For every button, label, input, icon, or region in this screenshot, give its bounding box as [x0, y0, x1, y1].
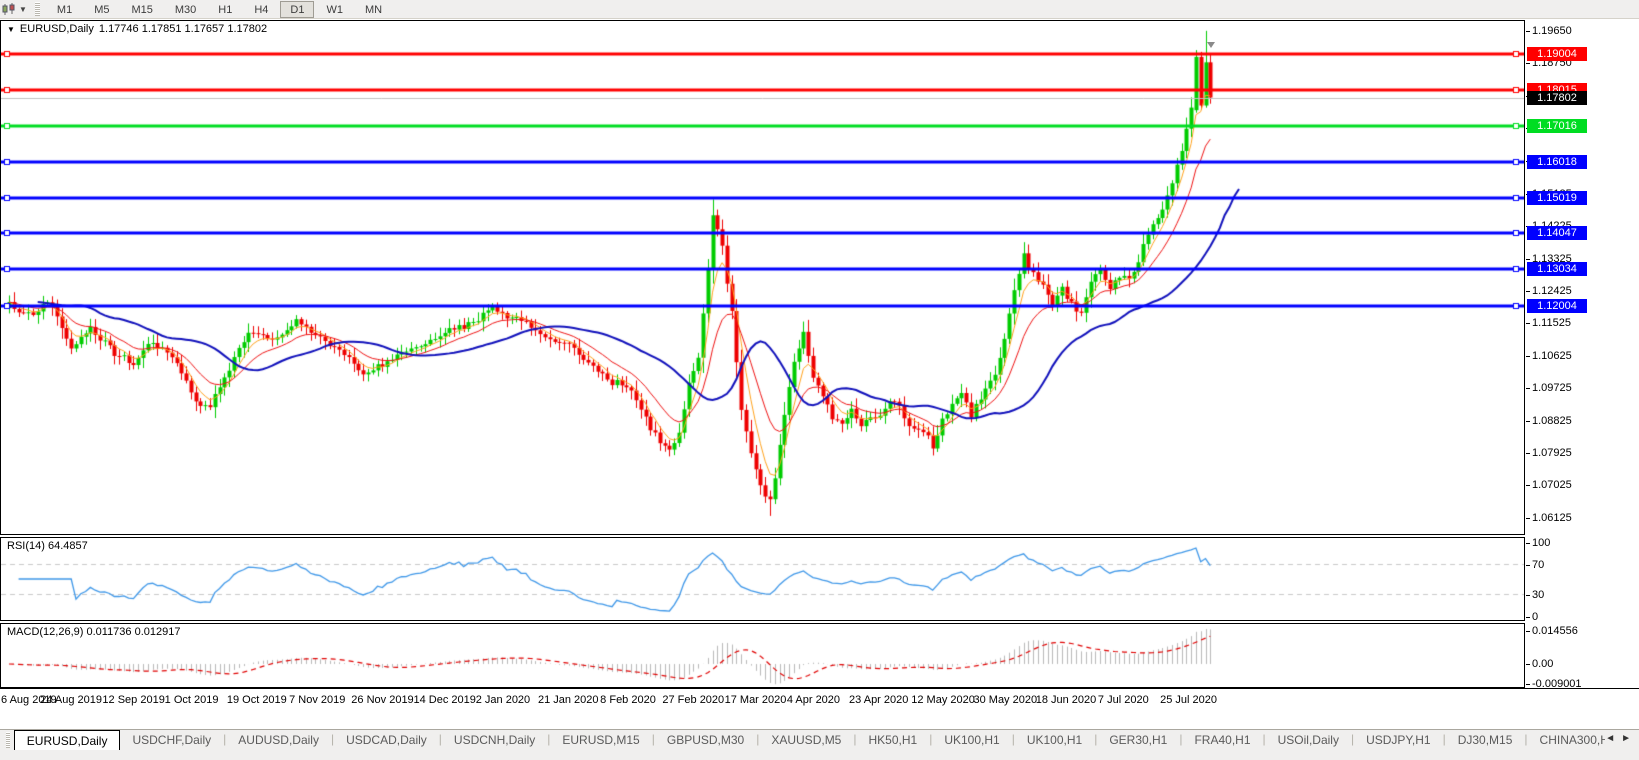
tab-scroll-right-icon[interactable]: ► [1621, 733, 1631, 744]
chart-tab-usdcnh-daily[interactable]: USDCNH,Daily [442, 730, 547, 750]
tab-scroll-buttons: ◄ ► [1605, 730, 1639, 744]
chart-title: ▼ EURUSD,Daily 1.17746 1.17851 1.17657 1… [7, 23, 267, 35]
price-tick-label: 1.12425 [1526, 285, 1572, 298]
macd-axis: 0.014556 0.00 -0.009001 [1525, 623, 1639, 690]
price-tick-label: 1.07925 [1526, 447, 1572, 460]
level-price-tag: 1.17016 [1527, 118, 1587, 133]
tabs-holder: EURUSD,Daily USDCHF,Daily | AUDUSD,Daily | US… [13, 730, 1606, 750]
chart-objects-button[interactable]: ▼ [0, 0, 31, 18]
timeframe-button-d1[interactable]: D1 [280, 0, 315, 18]
price-tick-label: 1.07025 [1526, 479, 1572, 492]
chart-tab-hk50-h1[interactable]: HK50,H1 [856, 730, 929, 750]
price-chart-pane: ▼ EURUSD,Daily 1.17746 1.17851 1.17657 1… [0, 20, 1525, 535]
price-axis: 1.196501.187501.178501.169501.160501.151… [1525, 20, 1639, 535]
date-tick-label: 25 Jul 2020 [1160, 694, 1218, 706]
date-tick-label: 19 Oct 2019 [226, 694, 287, 706]
level-price-tag: 1.16018 [1527, 154, 1587, 169]
date-tick-label: 14 Dec 2019 [413, 694, 476, 706]
chart-tab-dj30-m15[interactable]: DJ30,M15 [1446, 730, 1525, 750]
macd-label: MACD(12,26,9) 0.011736 0.012917 [7, 626, 181, 638]
date-tick-label: 2 Jan 2020 [475, 694, 531, 706]
tab-scroll-left-icon[interactable]: ◄ [1605, 733, 1615, 744]
timeframe-button-h4[interactable]: H4 [244, 1, 278, 18]
rsi-canvas[interactable] [1, 538, 1524, 620]
chart-tab-eurusd-daily[interactable]: EURUSD,Daily [13, 730, 121, 750]
chart-tab-eurusd-m15[interactable]: EURUSD,M15 [550, 730, 651, 750]
rsi-indicator-pane: RSI(14) 64.4857 [0, 537, 1525, 621]
timeframe-button-m1[interactable]: M1 [47, 1, 82, 18]
chart-symbol-period: EURUSD,Daily [19, 23, 94, 35]
rsi-label: RSI(14) 64.4857 [7, 540, 88, 552]
date-axis: 6 Aug 2019 24 Aug 2019 12 Sep 2019 1 Oct 20… [0, 688, 1639, 712]
rsi-tick-label: 100 [1525, 537, 1551, 549]
rsi-axis: 100 70 30 0 [1525, 537, 1639, 623]
price-chart-canvas[interactable] [1, 21, 1524, 534]
current-price-tag: 1.17802 [1527, 90, 1587, 105]
candlestick-chart-icon [2, 2, 15, 15]
date-tick-label: 23 Apr 2020 [849, 694, 909, 706]
date-tick-label: 18 Jun 2020 [1035, 694, 1097, 706]
price-tick-label: 1.11525 [1526, 317, 1571, 330]
price-tick-label: 1.08825 [1526, 414, 1572, 427]
date-tick-label: 7 Jul 2020 [1097, 694, 1149, 706]
timeframe-button-m15[interactable]: M15 [121, 1, 162, 18]
price-tick-label: 1.06125 [1526, 511, 1572, 524]
timeframe-button-w1[interactable]: W1 [316, 1, 353, 18]
chart-tab-usoil-daily[interactable]: USOil,Daily [1266, 730, 1351, 750]
level-price-tag: 1.19004 [1527, 47, 1587, 62]
date-tick-label: 27 Feb 2020 [662, 694, 725, 706]
price-tick-label: 1.19650 [1526, 25, 1572, 37]
date-tick-label: 21 Jan 2020 [537, 694, 599, 706]
level-price-tag: 1.13034 [1527, 262, 1587, 277]
chart-tab-uk100-h1[interactable]: UK100,H1 [1015, 730, 1094, 750]
date-tick-label: 30 May 2020 [973, 694, 1038, 706]
timeframe-button-m5[interactable]: M5 [84, 1, 119, 18]
dropdown-caret-icon: ▼ [19, 4, 27, 14]
macd-indicator-pane: MACD(12,26,9) 0.011736 0.012917 [0, 623, 1525, 688]
macd-tick-label: 0.00 [1525, 658, 1554, 670]
level-price-tag: 1.15019 [1527, 190, 1587, 205]
chart-tab-ger30-h1[interactable]: GER30,H1 [1097, 730, 1179, 750]
macd-canvas[interactable] [1, 624, 1524, 687]
date-tick-label: 12 Sep 2019 [102, 694, 165, 706]
chart-tab-fra40-h1[interactable]: FRA40,H1 [1182, 730, 1262, 750]
timeframe-button-h1[interactable]: H1 [208, 1, 242, 18]
chart-tab-gbpusd-m30[interactable]: GBPUSD,M30 [655, 730, 756, 750]
toolbar-grip[interactable] [34, 2, 40, 16]
rsi-tick-label: 30 [1525, 588, 1545, 601]
timeframe-button-m30[interactable]: M30 [165, 1, 206, 18]
mt4-window: ▼ M1 M5 M15 M30 H1 H4 D1 W1 MN ▼ EURUSD,Daily 1.… [0, 0, 1639, 760]
timeframe-button-mn[interactable]: MN [355, 1, 392, 18]
date-tick-label: 1 Oct 2019 [164, 694, 219, 706]
chart-tab-usdcad-daily[interactable]: USDCAD,Daily [334, 730, 439, 750]
chart-tab-china300-h4[interactable]: CHINA300,H4 [1528, 730, 1606, 750]
rsi-tick-label: 0 [1525, 611, 1539, 623]
chart-shift-marker[interactable] [1207, 42, 1216, 48]
price-tick-label: 1.09725 [1526, 382, 1572, 395]
date-tick-label: 8 Feb 2020 [600, 694, 656, 706]
chart-tab-usdjpy-h1[interactable]: USDJPY,H1 [1354, 730, 1442, 750]
level-price-tag: 1.14047 [1527, 225, 1587, 240]
collapse-triangle-icon[interactable]: ▼ [7, 25, 15, 34]
date-tick-label: 17 Mar 2020 [724, 694, 787, 706]
chart-tab-audusd-daily[interactable]: AUDUSD,Daily [226, 730, 331, 750]
tabbar-grip[interactable] [6, 732, 10, 748]
chart-ohlc-values: 1.17746 1.17851 1.17657 1.17802 [98, 23, 268, 35]
date-tick-label: 26 Nov 2019 [351, 694, 414, 706]
rsi-tick-label: 70 [1525, 559, 1545, 572]
price-tick-label: 1.10625 [1526, 349, 1572, 362]
timeframe-buttons: M1 M5 M15 M30 H1 H4 D1 W1 MN [46, 0, 393, 18]
date-tick-label: 7 Nov 2019 [289, 694, 346, 706]
chart-tab-uk100-h1[interactable]: UK100,H1 [932, 730, 1011, 750]
chart-tab-bar: EURUSD,Daily USDCHF,Daily | AUDUSD,Daily | US… [0, 729, 1639, 760]
macd-tick-label: 0.014556 [1526, 625, 1578, 637]
date-tick-label: 12 May 2020 [911, 694, 975, 706]
date-tick-label: 4 Apr 2020 [786, 694, 841, 706]
level-price-tag: 1.12004 [1527, 299, 1587, 314]
chart-tab-usdchf-daily[interactable]: USDCHF,Daily [120, 730, 223, 750]
date-tick-label: 24 Aug 2019 [40, 694, 102, 706]
timeframe-toolbar: ▼ M1 M5 M15 M30 H1 H4 D1 W1 MN [0, 0, 1639, 19]
chart-tab-xauusd-m5[interactable]: XAUUSD,M5 [759, 730, 853, 750]
